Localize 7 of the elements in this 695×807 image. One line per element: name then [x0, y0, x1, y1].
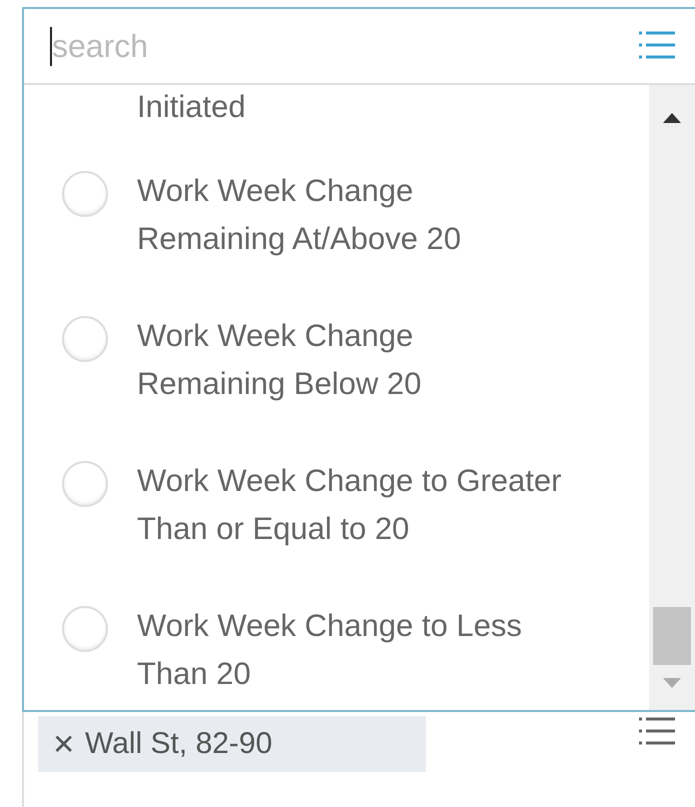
tag-label: Wall St, 82-90	[85, 727, 272, 761]
option-label[interactable]: Work Week Change Remaining At/Above 20	[137, 167, 562, 263]
remove-button[interactable]: ✕	[52, 728, 75, 760]
option-label[interactable]: Work Week Change Remaining Below 20	[137, 312, 562, 408]
option-label[interactable]: Work Week Change to Less Than 20	[137, 602, 562, 698]
option-label[interactable]: Work Week Change to Greater Than or Equal to 20	[137, 457, 562, 553]
option-label[interactable]: Initiated	[137, 89, 246, 124]
